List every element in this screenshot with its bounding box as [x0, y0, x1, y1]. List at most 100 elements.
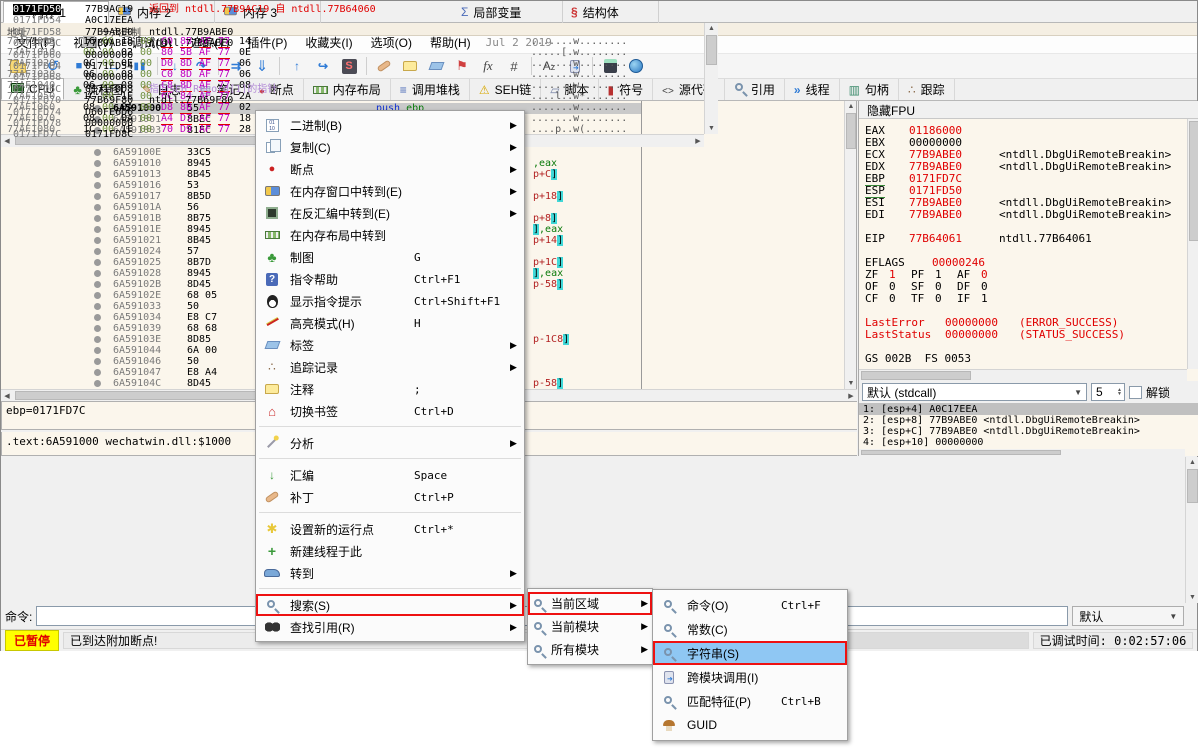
- argument-row[interactable]: 3: [esp+C] 77B9ABE0 <ntdll.DbgUiRemoteBr…: [859, 426, 1198, 437]
- instruction-segment: ]: [557, 378, 563, 389]
- context-menu-item-1[interactable]: 复制(C)▶: [256, 136, 524, 158]
- breakpoint-dot[interactable]: [94, 226, 101, 233]
- menu-item-shortcut: Ctrl+*: [414, 523, 510, 536]
- search-submenu-item-2[interactable]: 所有模块▶: [528, 638, 652, 661]
- context-menu-item-4[interactable]: 在反汇编中转到(E)▶: [256, 202, 524, 224]
- context-menu-item-20[interactable]: 搜索(S)▶: [256, 594, 524, 616]
- breakpoint-dot[interactable]: [94, 204, 101, 211]
- region-submenu-item-0[interactable]: 命令(O)Ctrl+F: [653, 593, 847, 617]
- breakpoint-dot[interactable]: [94, 171, 101, 178]
- menu-item-label: GUID: [680, 718, 781, 732]
- breakpoint-dot[interactable]: [94, 215, 101, 222]
- context-menu-item-13[interactable]: ⌂切换书签Ctrl+D: [256, 400, 524, 422]
- region-submenu-item-1[interactable]: 常数(C): [653, 617, 847, 641]
- region-submenu-item-5[interactable]: GUID: [653, 713, 847, 737]
- context-menu-item-0[interactable]: 01 10二进制(B)▶: [256, 114, 524, 136]
- breakpoint-dot[interactable]: [94, 259, 101, 266]
- highlight-icon: [261, 320, 283, 326]
- context-menu-item-14[interactable]: 分析▶: [256, 432, 524, 454]
- breakpoint-dot[interactable]: [94, 358, 101, 365]
- trace-record-icon: ∴: [261, 360, 283, 374]
- register-comment: ntdll.77B64061: [999, 233, 1092, 245]
- menu-item-label: 字符串(S): [680, 645, 781, 662]
- submenu-arrow-icon: ▶: [510, 186, 520, 197]
- breakpoint-dot[interactable]: [94, 325, 101, 332]
- context-menu-item-10[interactable]: 标签▶: [256, 334, 524, 356]
- argument-row[interactable]: 1: [esp+4] A0C17EEA: [859, 404, 1198, 415]
- analyze-icon: [261, 438, 283, 448]
- x32dbg-window: WeChat.exe - PID: 263C - 模块: wechatwin.d…: [0, 0, 1198, 651]
- unlock-checkbox[interactable]: [1129, 386, 1142, 399]
- menu-item-label: 制图: [283, 249, 414, 266]
- context-menu-item-6[interactable]: ♣制图G: [256, 246, 524, 268]
- registers-area[interactable]: EAX01186000EBX00000000ECX77B9ABE0<ntdll.…: [859, 119, 1198, 369]
- instruction-fragment: p-58]: [533, 279, 563, 290]
- instruction-address: 6A591025: [113, 257, 161, 268]
- context-menu-item-8[interactable]: 显示指令提示Ctrl+Shift+F1: [256, 290, 524, 312]
- breakpoint-icon: ●: [261, 163, 283, 175]
- calling-convention-dropdown[interactable]: 默认 (stdcall) ▼: [862, 383, 1087, 401]
- context-menu-item-3[interactable]: 在内存窗口中转到(E) ▶: [256, 180, 524, 202]
- spinner-arrows-icon[interactable]: ▲▼: [1117, 388, 1124, 396]
- breakpoint-dot[interactable]: [94, 149, 101, 156]
- breakpoint-dot[interactable]: [94, 248, 101, 255]
- breakpoint-dot[interactable]: [94, 369, 101, 376]
- registers-horizontal-scrollbar[interactable]: [859, 369, 1187, 381]
- breakpoint-dot[interactable]: [94, 336, 101, 343]
- registers-vertical-scrollbar[interactable]: [1187, 119, 1198, 369]
- instruction-bytes: 56: [187, 202, 199, 213]
- breakpoint-dot[interactable]: [94, 281, 101, 288]
- context-menu-item-11[interactable]: ∴追踪记录▶: [256, 356, 524, 378]
- registers-panel: 隐藏FPU EAX01186000EBX00000000ECX77B9ABE0<…: [858, 101, 1198, 456]
- stack-vertical-scrollbar[interactable]: ▲ ▼: [1185, 457, 1198, 603]
- region-submenu-item-2[interactable]: 字符串(S): [653, 641, 847, 665]
- disassembly-vertical-scrollbar[interactable]: ▲ ▼: [844, 101, 857, 389]
- arguments-area[interactable]: 1: [esp+4] A0C17EEA2: [esp+8] 77B9ABE0 <…: [859, 403, 1198, 449]
- context-menu-item-18[interactable]: +新建线程于此: [256, 540, 524, 562]
- context-menu-item-7[interactable]: ?指令帮助Ctrl+F1: [256, 268, 524, 290]
- breakpoint-dot[interactable]: [94, 270, 101, 277]
- flag-name: IF: [957, 293, 970, 305]
- region-submenu-item-4[interactable]: 匹配特征(P)Ctrl+B: [653, 689, 847, 713]
- submenu-arrow-icon: ▶: [641, 598, 648, 609]
- instruction-fragment: p+8]: [533, 213, 557, 224]
- command-profile-dropdown[interactable]: 默认 ▼: [1072, 606, 1184, 626]
- breakpoint-dot[interactable]: [94, 303, 101, 310]
- breakpoint-dot[interactable]: [94, 347, 101, 354]
- search-constant-icon: [658, 623, 680, 635]
- register-row: CF0TF0IF1: [859, 293, 1198, 305]
- breakpoint-dot[interactable]: [94, 160, 101, 167]
- flag-name: TF: [911, 293, 924, 305]
- breakpoint-dot[interactable]: [94, 237, 101, 244]
- context-menu-item-12[interactable]: 注释;: [256, 378, 524, 400]
- argument-row[interactable]: 4: [esp+10] 00000000: [859, 437, 1198, 448]
- menu-item-label: 匹配特征(P): [680, 693, 781, 710]
- patch-icon: [261, 494, 283, 500]
- register-comment: (STATUS_SUCCESS): [1019, 329, 1125, 341]
- breakpoint-dot[interactable]: [94, 380, 101, 387]
- region-submenu-item-3[interactable]: 跨模块调用(I): [653, 665, 847, 689]
- context-menu-item-5[interactable]: 在内存布局中转到: [256, 224, 524, 246]
- context-menu-item-17[interactable]: ✱设置新的运行点Ctrl+*: [256, 518, 524, 540]
- search-submenu-item-1[interactable]: 当前模块▶: [528, 615, 652, 638]
- context-menu-item-21[interactable]: 查找引用(R)▶: [256, 616, 524, 638]
- arguments-horizontal-scrollbar[interactable]: [859, 449, 1185, 456]
- argument-count-spinner[interactable]: 5 ▲▼: [1091, 383, 1125, 401]
- context-menu-item-19[interactable]: 转到▶: [256, 562, 524, 584]
- breakpoint-dot[interactable]: [94, 314, 101, 321]
- context-menu-item-15[interactable]: ↓汇编Space: [256, 464, 524, 486]
- submenu-arrow-icon: ▶: [510, 120, 520, 131]
- instruction-bytes: 50: [187, 301, 199, 312]
- argument-row[interactable]: 2: [esp+8] 77B9ABE0 <ntdll.DbgUiRemoteBr…: [859, 415, 1198, 426]
- context-menu-item-16[interactable]: 补丁Ctrl+P: [256, 486, 524, 508]
- submenu-arrow-icon: ▶: [510, 164, 520, 175]
- context-menu-item-9[interactable]: 高亮模式(H)H: [256, 312, 524, 334]
- menu-item-label: 在内存窗口中转到(E): [283, 183, 414, 200]
- menu-item-shortcut: ;: [414, 383, 510, 396]
- search-submenu-item-0[interactable]: 当前区域▶: [528, 592, 652, 615]
- breakpoint-dot[interactable]: [94, 193, 101, 200]
- context-menu-item-2[interactable]: ●断点▶: [256, 158, 524, 180]
- instruction-fragment: p-58]: [533, 378, 563, 389]
- breakpoint-dot[interactable]: [94, 292, 101, 299]
- breakpoint-dot[interactable]: [94, 182, 101, 189]
